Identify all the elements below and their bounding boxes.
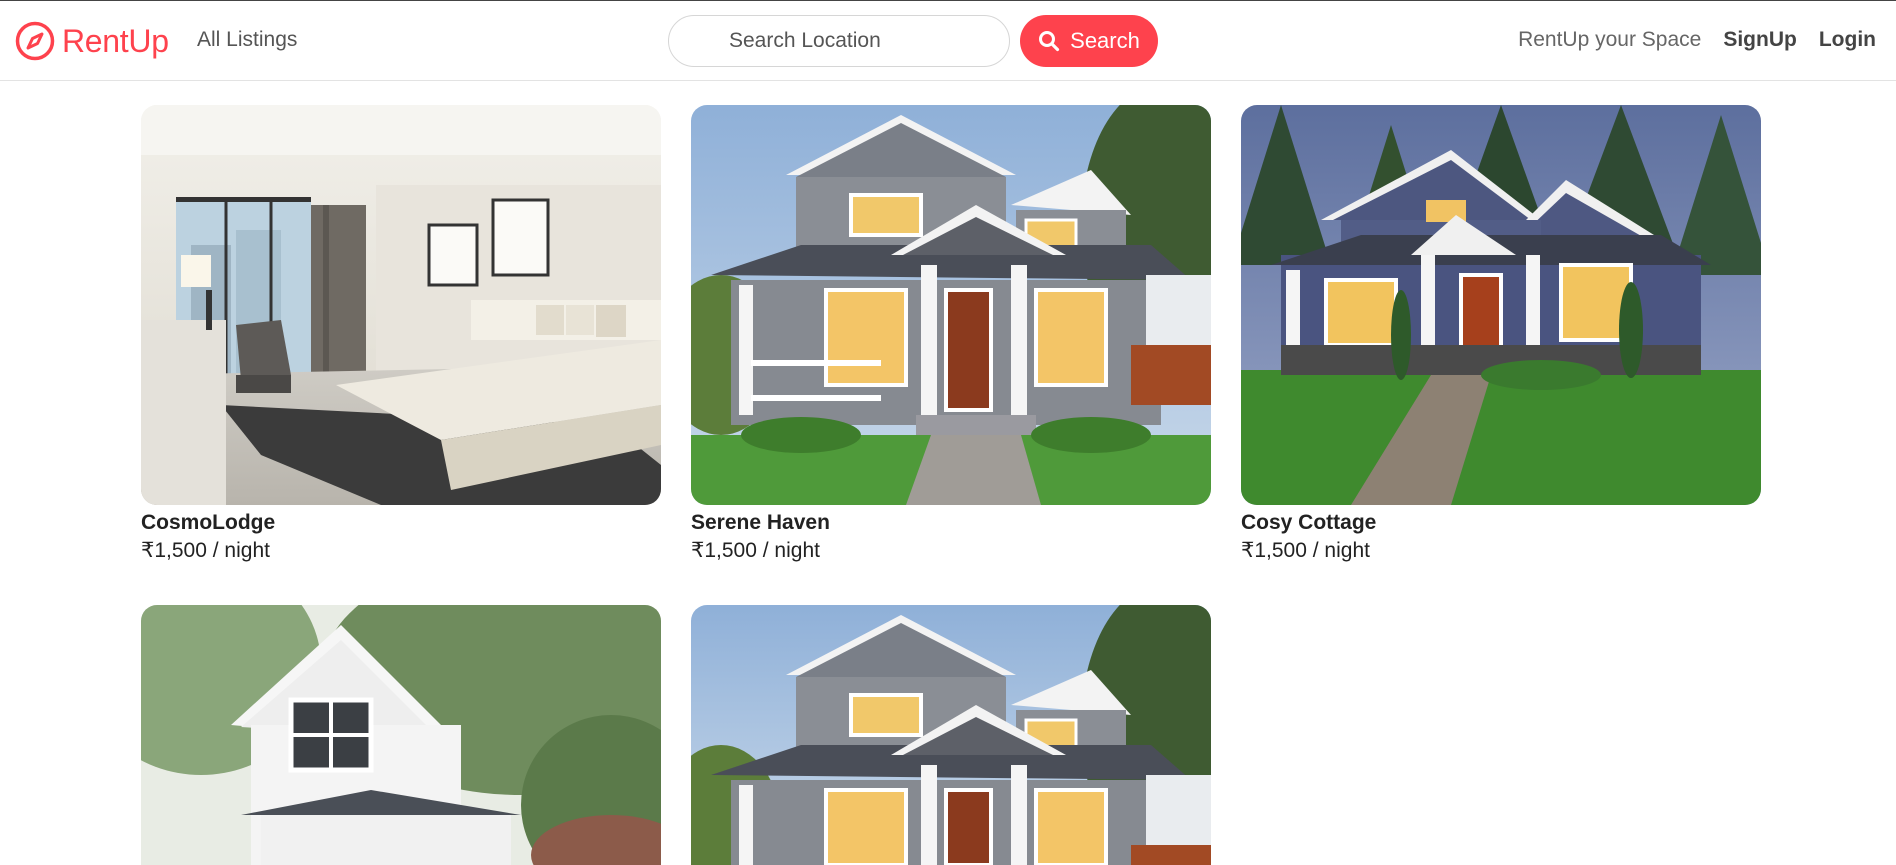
listing-price: ₹1,500 / night — [1241, 539, 1370, 562]
listing-image-craftsman-house[interactable] — [691, 105, 1211, 505]
brand-logo-link[interactable]: RentUp — [14, 17, 169, 65]
listing-image-craftsman-house[interactable] — [691, 605, 1211, 865]
brand-name: RentUp — [62, 22, 169, 59]
search-input[interactable] — [668, 15, 1010, 67]
listing-price: ₹1,500 / night — [141, 539, 270, 562]
listing-card[interactable] — [141, 605, 661, 865]
listing-card[interactable]: CosmoLodge ₹1,500 / night — [141, 105, 661, 565]
search-bar: Search — [668, 15, 1158, 67]
navbar: RentUp All Listings Search RentUp your S… — [0, 0, 1896, 81]
listing-image-blue-cottage[interactable] — [1241, 105, 1761, 505]
listing-image-bedroom[interactable] — [141, 105, 661, 505]
search-icon — [1038, 30, 1060, 52]
nav-signup[interactable]: SignUp — [1723, 28, 1797, 52]
nav-right: RentUp your Space SignUp Login — [1518, 28, 1876, 52]
listing-price: ₹1,500 / night — [691, 539, 820, 562]
listing-title: Cosy Cottage — [1241, 511, 1377, 534]
listing-title: CosmoLodge — [141, 511, 276, 534]
nav-rentup-your-space[interactable]: RentUp your Space — [1518, 28, 1701, 52]
listing-title: Serene Haven — [691, 511, 830, 534]
listing-card[interactable]: Cosy Cottage ₹1,500 / night — [1241, 105, 1761, 565]
listing-card[interactable] — [691, 605, 1211, 865]
nav-all-listings[interactable]: All Listings — [197, 28, 297, 52]
nav-login[interactable]: Login — [1819, 28, 1876, 52]
compass-icon — [14, 20, 56, 62]
search-button-label: Search — [1070, 28, 1140, 53]
listing-card[interactable]: Serene Haven ₹1,500 / night — [691, 105, 1211, 565]
listing-image-white-farmhouse[interactable] — [141, 605, 661, 865]
search-button[interactable]: Search — [1020, 15, 1158, 67]
